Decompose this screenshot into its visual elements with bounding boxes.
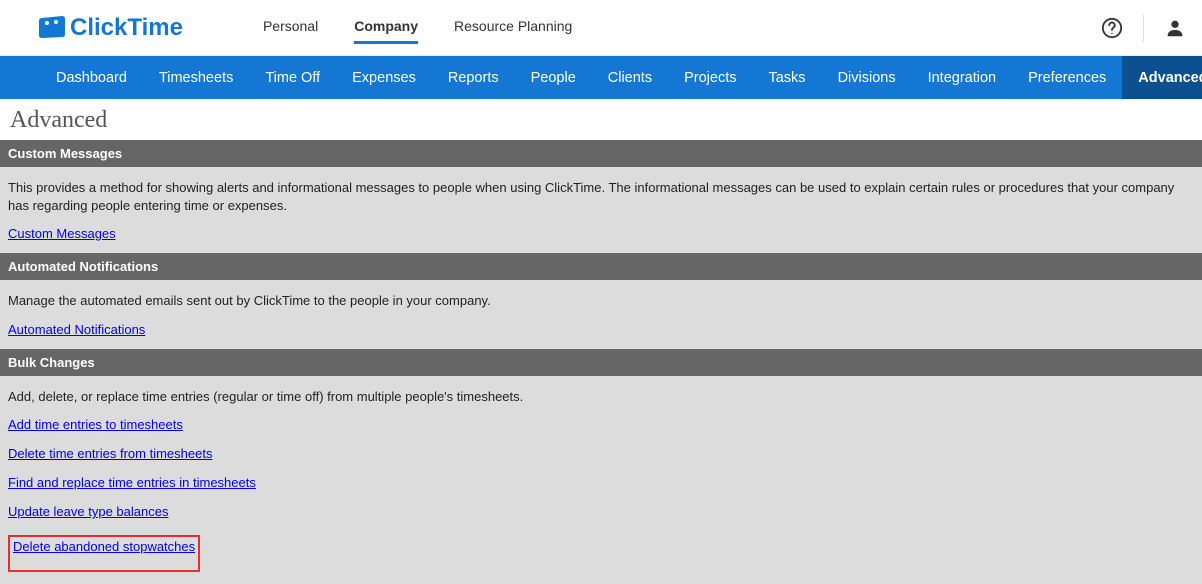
logo-icon xyxy=(38,16,66,40)
help-button[interactable] xyxy=(1101,17,1123,39)
section-body-custom-messages: This provides a method for showing alert… xyxy=(0,167,1202,253)
section-header-custom-messages: Custom Messages xyxy=(0,140,1202,167)
highlight-box: Delete abandoned stopwatches xyxy=(8,535,200,572)
section-body-bulk-changes: Add, delete, or replace time entries (re… xyxy=(0,376,1202,584)
bulk-changes-desc: Add, delete, or replace time entries (re… xyxy=(8,388,1194,406)
link-add-time-entries[interactable]: Add time entries to timesheets xyxy=(8,417,183,432)
link-update-leave-balances[interactable]: Update leave type balances xyxy=(8,504,168,519)
person-icon xyxy=(1164,17,1186,39)
custom-messages-desc: This provides a method for showing alert… xyxy=(8,179,1194,214)
nav-clients[interactable]: Clients xyxy=(592,56,668,99)
section-header-bulk-changes: Bulk Changes xyxy=(0,349,1202,376)
link-delete-abandoned-stopwatches[interactable]: Delete abandoned stopwatches xyxy=(13,539,195,554)
automated-notifications-link[interactable]: Automated Notifications xyxy=(8,322,145,337)
custom-messages-link[interactable]: Custom Messages xyxy=(8,226,116,241)
nav-expenses[interactable]: Expenses xyxy=(336,56,432,99)
user-menu-button[interactable] xyxy=(1164,17,1186,39)
nav-advanced[interactable]: Advanced xyxy=(1122,56,1202,99)
tab-personal[interactable]: Personal xyxy=(263,12,318,44)
logo-text: ClickTime xyxy=(70,14,183,42)
top-tabs: Personal Company Resource Planning xyxy=(263,12,572,44)
page-title: Advanced xyxy=(0,99,1202,140)
nav-time-off[interactable]: Time Off xyxy=(249,56,336,99)
nav-divisions[interactable]: Divisions xyxy=(822,56,912,99)
automated-notifications-desc: Manage the automated emails sent out by … xyxy=(8,292,1194,310)
logo[interactable]: ClickTime xyxy=(38,14,183,42)
nav-people[interactable]: People xyxy=(515,56,592,99)
nav-integration[interactable]: Integration xyxy=(912,56,1013,99)
nav-bar: Dashboard Timesheets Time Off Expenses R… xyxy=(0,56,1202,99)
section-header-automated-notifications: Automated Notifications xyxy=(0,253,1202,280)
divider xyxy=(1143,14,1144,42)
nav-reports[interactable]: Reports xyxy=(432,56,515,99)
top-bar: ClickTime Personal Company Resource Plan… xyxy=(0,0,1202,56)
nav-preferences[interactable]: Preferences xyxy=(1012,56,1122,99)
nav-projects[interactable]: Projects xyxy=(668,56,752,99)
nav-dashboard[interactable]: Dashboard xyxy=(40,56,143,99)
section-body-automated-notifications: Manage the automated emails sent out by … xyxy=(0,280,1202,349)
tab-resource-planning[interactable]: Resource Planning xyxy=(454,12,572,44)
tab-company[interactable]: Company xyxy=(354,12,418,44)
help-icon xyxy=(1101,17,1123,39)
link-find-replace-time-entries[interactable]: Find and replace time entries in timeshe… xyxy=(8,475,256,490)
nav-timesheets[interactable]: Timesheets xyxy=(143,56,249,99)
nav-tasks[interactable]: Tasks xyxy=(752,56,821,99)
top-right xyxy=(1101,14,1186,42)
link-delete-time-entries[interactable]: Delete time entries from timesheets xyxy=(8,446,212,461)
